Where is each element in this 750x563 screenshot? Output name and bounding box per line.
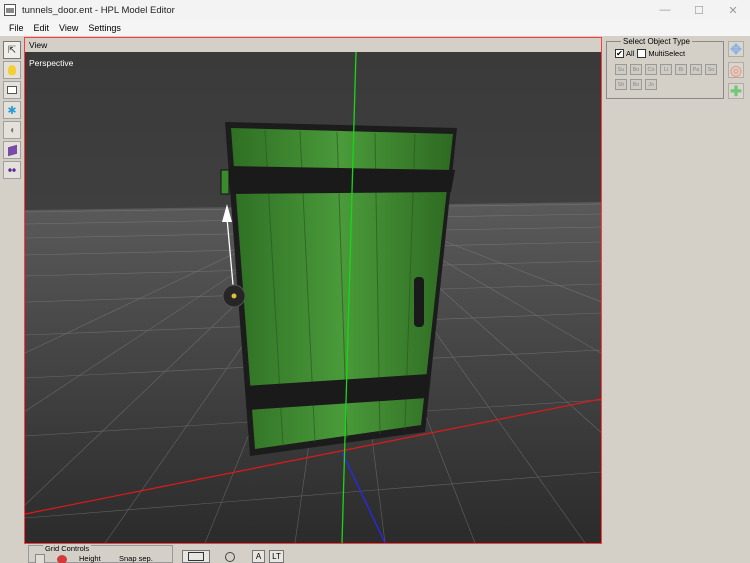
scale-icon: ✚ <box>730 82 742 99</box>
snap-separation-label: Snap sep. <box>119 554 153 563</box>
viewport-layout-button[interactable] <box>182 550 210 563</box>
particle-icon: ✱ <box>7 104 17 117</box>
rotate-icon: ◎ <box>729 61 743 78</box>
grid-toggle-button[interactable] <box>35 554 45 563</box>
type-btn-bi[interactable]: Bi <box>675 64 687 75</box>
grid-controls-title: Grid Controls <box>43 544 92 553</box>
view-header: View <box>25 38 601 52</box>
grid-height-label: Height <box>79 554 101 563</box>
a-button[interactable]: A <box>252 550 265 563</box>
sound-tool-button[interactable]: ◖ <box>3 121 21 139</box>
viewport-canvas[interactable] <box>25 52 601 543</box>
multiselect-label: MultiSelect <box>648 49 686 58</box>
rotate-button[interactable]: ◎ <box>728 62 744 78</box>
light-tool-button[interactable] <box>3 61 21 79</box>
type-btn-so[interactable]: So <box>705 64 717 75</box>
minimize-button[interactable]: — <box>648 0 682 20</box>
app-icon <box>4 4 16 16</box>
type-btn-bo-2[interactable]: Bo <box>630 79 642 90</box>
multiselect-checkbox[interactable] <box>637 49 647 58</box>
joint-icon: ⦁⦁ <box>8 165 16 174</box>
scale-button[interactable]: ✚ <box>728 83 744 99</box>
menu-bar: File Edit View Settings <box>0 20 750 36</box>
title-bar: tunnels_door.ent - HPL Model Editor — ☐ … <box>0 0 750 20</box>
select-tool-button[interactable]: ⇱ <box>3 41 21 59</box>
view-panel[interactable]: View Perspective <box>24 37 602 544</box>
window-title: tunnels_door.ent - HPL Model Editor <box>22 4 175 16</box>
cube-icon <box>7 144 17 156</box>
type-btn-bo[interactable]: Bo <box>630 64 642 75</box>
perspective-label: Perspective <box>29 58 74 68</box>
grid-controls: Grid Controls Height Snap sep. <box>28 544 173 563</box>
group-title: Select Object Type <box>621 37 692 46</box>
joint-tool-button[interactable]: ⦁⦁ <box>3 161 21 179</box>
bottom-bar: Grid Controls Height Snap sep. A LT <box>24 544 602 563</box>
particle-tool-button[interactable]: ✱ <box>3 101 21 119</box>
menu-view[interactable]: View <box>54 23 83 33</box>
billboard-tool-button[interactable] <box>3 81 21 99</box>
type-btn-co[interactable]: Co <box>645 64 657 75</box>
camera-rotate-button[interactable] <box>222 550 238 563</box>
light-bulb-icon <box>8 65 16 75</box>
translate-icon: ✥ <box>730 40 742 57</box>
menu-settings[interactable]: Settings <box>83 23 126 33</box>
type-btn-jo[interactable]: Jo <box>645 79 657 90</box>
type-btn-su[interactable]: Su <box>615 64 627 75</box>
all-label: All <box>626 49 635 58</box>
close-button[interactable]: ✕ <box>716 0 750 20</box>
menu-edit[interactable]: Edit <box>29 23 55 33</box>
menu-file[interactable]: File <box>4 23 29 33</box>
left-toolbar: ⇱ ✱ ◖ ⦁⦁ <box>2 40 22 560</box>
right-panel: Select Object Type ✔ All MultiSelect Su … <box>604 37 750 563</box>
camera-icon <box>225 551 235 562</box>
type-btn-pa[interactable]: Pa <box>690 64 702 75</box>
select-options-row: ✔ All MultiSelect <box>615 49 685 58</box>
translate-button[interactable]: ✥ <box>728 41 744 57</box>
select-object-type-group: Select Object Type ✔ All MultiSelect Su … <box>606 37 724 99</box>
door-model <box>220 122 457 456</box>
maximize-button[interactable]: ☐ <box>682 0 716 20</box>
properties-area <box>604 99 750 563</box>
primitive-tool-button[interactable] <box>3 141 21 159</box>
layout-icon <box>188 552 204 561</box>
type-btn-sh[interactable]: Sh <box>615 79 627 90</box>
3d-viewport[interactable]: Perspective <box>25 52 601 543</box>
all-checkbox[interactable]: ✔ <box>615 49 624 58</box>
billboard-icon <box>7 86 17 94</box>
grid-record-icon[interactable] <box>57 555 67 563</box>
lt-button[interactable]: LT <box>269 550 284 563</box>
cursor-icon: ⇱ <box>7 44 17 56</box>
sound-icon: ◖ <box>8 124 16 136</box>
type-btn-li[interactable]: Li <box>660 64 672 75</box>
